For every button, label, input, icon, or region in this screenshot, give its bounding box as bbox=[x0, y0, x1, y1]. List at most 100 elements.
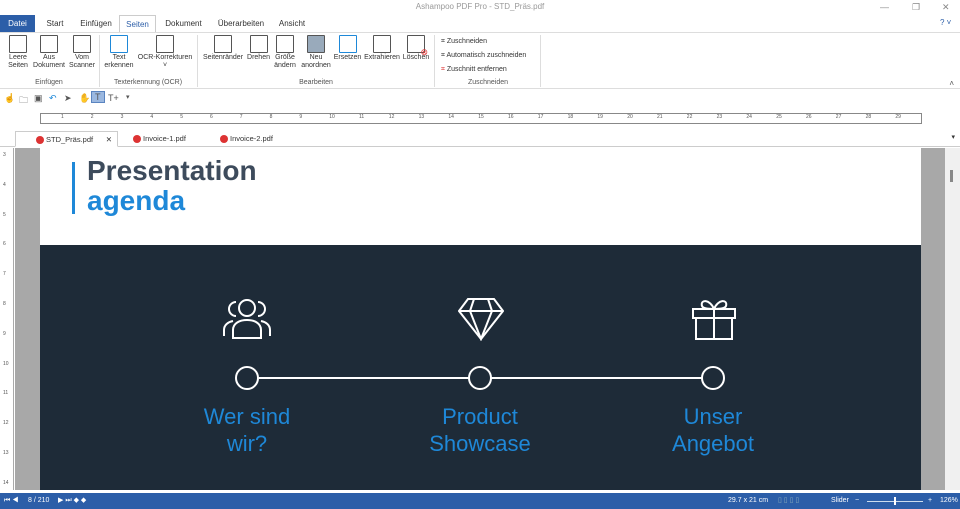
label: Neu bbox=[309, 54, 323, 61]
reorder-button[interactable]: Neu anordnen bbox=[298, 33, 334, 70]
ruler-tick: 24 bbox=[746, 114, 752, 120]
replace-button[interactable]: Ersetzen bbox=[333, 33, 362, 62]
tab-start[interactable]: Start bbox=[40, 15, 70, 32]
ruler-tick: 19 bbox=[597, 114, 603, 120]
collapse-ribbon-icon[interactable]: ˄ bbox=[949, 79, 954, 88]
extract-icon bbox=[373, 35, 391, 53]
select-arrow-icon[interactable]: ➤ bbox=[64, 93, 72, 104]
label: Zuschnitt entfernen bbox=[446, 66, 507, 73]
horizontal-ruler: 1 2 3 4 5 6 7 8 9 10 11 12 13 14 15 16 17 18 19 20 21 22 23 24 2… bbox=[40, 113, 922, 124]
from-document-button[interactable]: Aus Dokument bbox=[31, 33, 67, 70]
undo-icon[interactable]: ↶ bbox=[49, 93, 57, 104]
divider bbox=[434, 35, 435, 87]
zoom-out-button[interactable]: − bbox=[855, 493, 859, 509]
label: anordnen bbox=[301, 62, 331, 69]
label: Ersetzen bbox=[333, 54, 362, 61]
text-tool-icon[interactable]: T bbox=[91, 91, 105, 103]
tabs-dropdown-icon[interactable]: ▾ bbox=[951, 133, 955, 141]
hand-tool-icon[interactable]: ✋ bbox=[79, 93, 90, 104]
label: ändern bbox=[274, 62, 296, 69]
ruler-tick: 8 bbox=[269, 114, 273, 120]
close-button[interactable]: ✕ bbox=[942, 2, 950, 13]
zoom-level: 126% bbox=[940, 497, 958, 504]
scanner-button[interactable]: Vom Scanner bbox=[67, 33, 97, 70]
ruler-tick: 7 bbox=[239, 114, 243, 120]
timeline-node bbox=[235, 366, 259, 390]
label: Drehen bbox=[247, 54, 270, 61]
zoom-slider-thumb[interactable] bbox=[894, 497, 896, 505]
zoom-in-button[interactable]: + bbox=[928, 493, 932, 509]
label: Extrahieren bbox=[364, 54, 400, 61]
label: Text bbox=[112, 54, 126, 61]
save-icon[interactable]: ▣ bbox=[34, 93, 43, 104]
label: Dokument bbox=[33, 62, 65, 69]
tab-ueberarbeiten[interactable]: Überarbeiten bbox=[212, 15, 270, 32]
page-margins-button[interactable]: Seitenränder bbox=[200, 33, 246, 62]
touch-icon[interactable]: ☝ bbox=[4, 93, 15, 104]
open-folder-icon[interactable]: 🗀 bbox=[19, 93, 28, 109]
slide-subtitle: agenda bbox=[87, 185, 186, 216]
doc-tab-invoice-1[interactable]: Invoice-1.pdf bbox=[133, 131, 186, 147]
label: Zuschneiden bbox=[446, 38, 487, 45]
delete-button[interactable]: ⊗ Löschen bbox=[401, 33, 431, 62]
extract-button[interactable]: Extrahieren bbox=[362, 33, 402, 62]
tab-ansicht[interactable]: Ansicht bbox=[274, 15, 310, 32]
next-page-icon[interactable]: ▶ ⏭ ◆ ◆ bbox=[58, 493, 86, 509]
ruler-tick: 16 bbox=[508, 114, 514, 120]
label: Seiten bbox=[8, 62, 28, 69]
ruler-tick: 13 bbox=[418, 114, 425, 120]
doc-tab-std-praes[interactable]: STD_Präs.pdf ✕ bbox=[15, 131, 118, 147]
help-icon[interactable]: ? ˅ bbox=[940, 18, 951, 27]
tab-einfuegen[interactable]: Einfügen bbox=[75, 15, 117, 32]
vertical-scrollbar[interactable] bbox=[945, 148, 960, 490]
ocr-check-icon bbox=[156, 35, 174, 53]
label: Product bbox=[442, 404, 518, 429]
ruler-tick: 29 bbox=[895, 114, 901, 120]
tab-seiten[interactable]: Seiten bbox=[119, 15, 156, 32]
remove-crop-button[interactable]: ⌗ Zuschnitt entfernen bbox=[441, 66, 507, 74]
scroll-thumb[interactable] bbox=[950, 170, 953, 182]
add-text-icon[interactable]: T+ bbox=[108, 93, 119, 103]
ruler-tick: 10 bbox=[329, 114, 335, 120]
ruler-tick: 8 bbox=[3, 301, 6, 307]
ruler-tick: 5 bbox=[180, 114, 183, 120]
diamond-icon bbox=[458, 298, 504, 341]
view-mode-icons[interactable]: ▯ ▯ ▯ ▯ bbox=[778, 493, 799, 509]
first-page-icon[interactable]: ⏮ ◀ bbox=[4, 493, 19, 509]
ruler-tick: 25 bbox=[776, 114, 782, 120]
ocr-icon bbox=[110, 35, 128, 53]
auto-crop-button[interactable]: ⌗ Automatisch zuschneiden bbox=[441, 52, 526, 60]
tab-dokument[interactable]: Dokument bbox=[160, 15, 207, 32]
status-bar: ⏮ ◀ 8 / 210 ▶ ⏭ ◆ ◆ 29.7 x 21 cm ▯ ▯ ▯ ▯… bbox=[0, 493, 960, 509]
page-indicator[interactable]: 8 / 210 bbox=[28, 493, 49, 509]
pdf-icon bbox=[133, 135, 141, 144]
ruler-tick: 21 bbox=[657, 114, 663, 120]
page-size: 29.7 x 21 cm bbox=[728, 497, 769, 504]
ruler-tick: 3 bbox=[3, 152, 6, 158]
ruler-tick: 3 bbox=[120, 114, 124, 120]
agenda-item-3: Unser Angebot bbox=[613, 403, 813, 457]
doc-tab-invoice-2[interactable]: Invoice-2.pdf bbox=[220, 131, 273, 147]
ruler-tick: 22 bbox=[686, 114, 693, 120]
rotate-icon bbox=[249, 35, 268, 53]
ruler-tick: 4 bbox=[150, 114, 154, 120]
ocr-corrections-button[interactable]: OCR-Korrekturen ˅ bbox=[136, 33, 194, 70]
tab-datei[interactable]: Datei bbox=[0, 15, 35, 32]
label: Wer sind bbox=[203, 404, 291, 429]
group-label: Einfügen bbox=[35, 79, 63, 86]
maximize-button[interactable]: ❐ bbox=[912, 2, 920, 13]
ruler-tick: 20 bbox=[627, 114, 633, 120]
reorder-icon bbox=[307, 35, 325, 53]
pdf-icon bbox=[220, 135, 228, 144]
ruler-tick: 26 bbox=[806, 114, 812, 120]
blank-pages-button[interactable]: Leere Seiten bbox=[4, 33, 32, 70]
customize-toolbar-icon[interactable]: ▾ bbox=[126, 93, 130, 101]
resize-button[interactable]: Größe ändern bbox=[272, 33, 298, 70]
minimize-button[interactable]: — bbox=[880, 2, 889, 12]
close-tab-icon[interactable]: ✕ bbox=[106, 132, 112, 147]
text-recognize-button[interactable]: Text erkennen bbox=[102, 33, 136, 70]
crop-button[interactable]: ⌗ Zuschneiden bbox=[441, 38, 487, 46]
rotate-button[interactable]: Drehen bbox=[245, 33, 272, 62]
window-title: Ashampoo PDF Pro - STD_Präs.pdf bbox=[415, 2, 545, 11]
pdf-icon bbox=[36, 136, 44, 145]
